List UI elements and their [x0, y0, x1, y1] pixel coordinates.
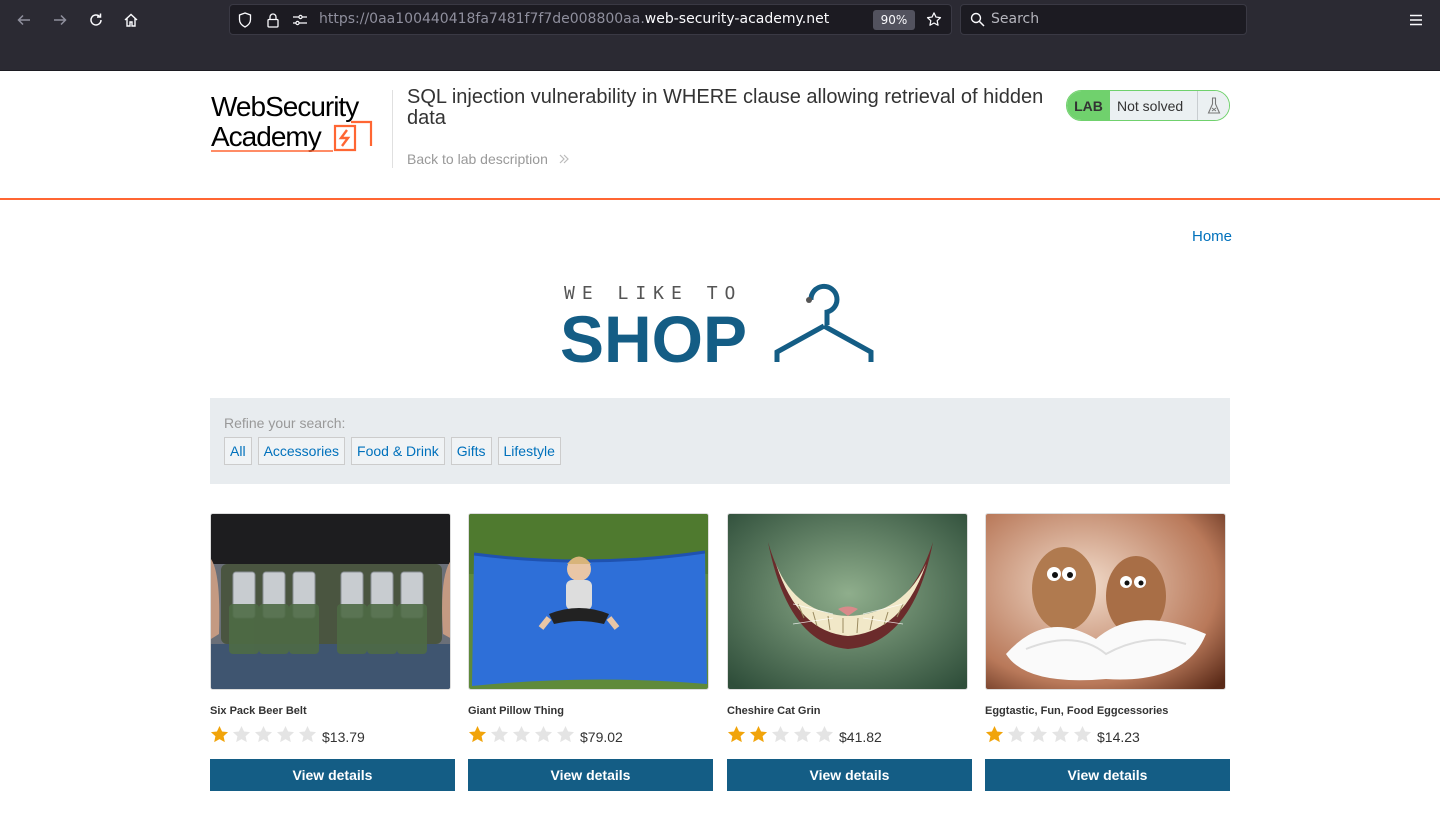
- lab-status-text: Not solved: [1110, 91, 1197, 120]
- star-empty-icon: [490, 725, 509, 742]
- star-empty-icon: [815, 725, 834, 742]
- filter-lifestyle[interactable]: Lifestyle: [497, 437, 561, 465]
- star-filled-icon: [727, 725, 746, 742]
- view-details-button[interactable]: View details: [210, 759, 455, 791]
- product-card: Giant Pillow Thing $79.02 View details: [468, 513, 713, 791]
- filter-accessories[interactable]: Accessories: [257, 437, 346, 465]
- star-rating: [210, 725, 317, 744]
- star-rating: [727, 725, 834, 744]
- product-image-giant-pillow[interactable]: [468, 513, 709, 690]
- refine-search-panel: Refine your search: All Accessories Food…: [210, 398, 1230, 484]
- product-name: Six Pack Beer Belt: [210, 705, 307, 717]
- product-image-cheshire-grin[interactable]: [727, 513, 968, 690]
- web-security-academy-logo[interactable]: WebSecurity Academy: [211, 90, 391, 154]
- view-details-button[interactable]: View details: [985, 759, 1230, 791]
- star-empty-icon: [298, 725, 317, 742]
- url-text[interactable]: https://0aa100440418fa7481f7f7de008800aa…: [319, 11, 829, 27]
- star-filled-icon: [749, 725, 768, 742]
- view-details-button[interactable]: View details: [727, 759, 972, 791]
- flask-icon: [1197, 91, 1229, 120]
- star-filled-icon: [468, 725, 487, 742]
- logo-divider: [392, 90, 393, 168]
- product-card: Six Pack Beer Belt $13.79 View details: [210, 513, 455, 791]
- star-rating: [468, 725, 575, 744]
- product-name: Giant Pillow Thing: [468, 705, 564, 717]
- address-bar[interactable]: https://0aa100440418fa7481f7f7de008800aa…: [229, 4, 952, 35]
- lab-badge: LAB: [1067, 91, 1110, 120]
- back-link-label: Back to lab description: [407, 151, 548, 167]
- search-placeholder: Search: [991, 11, 1040, 27]
- back-to-lab-link[interactable]: Back to lab description: [407, 151, 570, 167]
- back-arrow-icon[interactable]: [12, 8, 36, 32]
- lock-icon[interactable]: [265, 12, 281, 28]
- reload-icon[interactable]: [84, 8, 108, 32]
- star-filled-icon: [985, 725, 1004, 742]
- shop-logo-tagline: WE LIKE TO: [564, 283, 742, 304]
- product-price: $41.82: [839, 729, 882, 745]
- product-image-beer-belt[interactable]: [210, 513, 451, 690]
- search-bar[interactable]: Search: [960, 4, 1247, 35]
- lab-header: WebSecurity Academy SQL injection vulner…: [0, 71, 1440, 200]
- product-name: Eggtastic, Fun, Food Eggcessories: [985, 705, 1169, 717]
- bookmark-star-icon[interactable]: [926, 11, 942, 27]
- url-domain: web-security-academy.net: [644, 11, 830, 27]
- zoom-level[interactable]: 90%: [873, 10, 915, 30]
- product-price: $13.79: [322, 729, 365, 745]
- star-empty-icon: [254, 725, 273, 742]
- star-empty-icon: [1029, 725, 1048, 742]
- logo-line2: Academy: [211, 121, 322, 152]
- product-name: Cheshire Cat Grin: [727, 705, 821, 717]
- home-link[interactable]: Home: [1192, 228, 1232, 245]
- shield-icon[interactable]: [237, 12, 253, 28]
- product-price: $79.02: [580, 729, 623, 745]
- hamburger-menu-icon[interactable]: [1404, 8, 1428, 32]
- product-card: Eggtastic, Fun, Food Eggcessories $14.23…: [985, 513, 1230, 791]
- forward-arrow-icon[interactable]: [48, 8, 72, 32]
- hanger-icon: [774, 283, 874, 362]
- permissions-icon[interactable]: [292, 12, 308, 28]
- refine-label: Refine your search:: [224, 415, 346, 431]
- shop-logo-main: SHOP: [560, 302, 747, 368]
- star-empty-icon: [1073, 725, 1092, 742]
- lab-status-widget: LAB Not solved: [1066, 90, 1230, 121]
- star-empty-icon: [556, 725, 575, 742]
- product-price: $14.23: [1097, 729, 1140, 745]
- lab-title: SQL injection vulnerability in WHERE cla…: [407, 86, 1044, 129]
- filter-food-drink[interactable]: Food & Drink: [351, 437, 445, 465]
- logo-line1: WebSecurity: [211, 91, 359, 122]
- filter-all[interactable]: All: [224, 437, 252, 465]
- star-empty-icon: [793, 725, 812, 742]
- browser-toolbar: https://0aa100440418fa7481f7f7de008800aa…: [0, 0, 1440, 71]
- star-empty-icon: [512, 725, 531, 742]
- star-filled-icon: [210, 725, 229, 742]
- star-rating: [985, 725, 1092, 744]
- home-icon[interactable]: [119, 8, 143, 32]
- view-details-button[interactable]: View details: [468, 759, 713, 791]
- product-card: Cheshire Cat Grin $41.82 View details: [727, 513, 972, 791]
- category-filters: All Accessories Food & Drink Gifts Lifes…: [224, 437, 561, 465]
- filter-gifts[interactable]: Gifts: [450, 437, 492, 465]
- star-empty-icon: [771, 725, 790, 742]
- star-empty-icon: [276, 725, 295, 742]
- search-icon: [970, 12, 985, 32]
- shop-logo: WE LIKE TO SHOP: [560, 282, 880, 376]
- product-image-eggtastic[interactable]: [985, 513, 1226, 690]
- star-empty-icon: [1007, 725, 1026, 742]
- url-prefix: https://0aa100440418fa7481f7f7de008800aa…: [319, 11, 645, 27]
- double-chevron-right-icon: [554, 151, 570, 167]
- star-empty-icon: [534, 725, 553, 742]
- star-empty-icon: [232, 725, 251, 742]
- star-empty-icon: [1051, 725, 1070, 742]
